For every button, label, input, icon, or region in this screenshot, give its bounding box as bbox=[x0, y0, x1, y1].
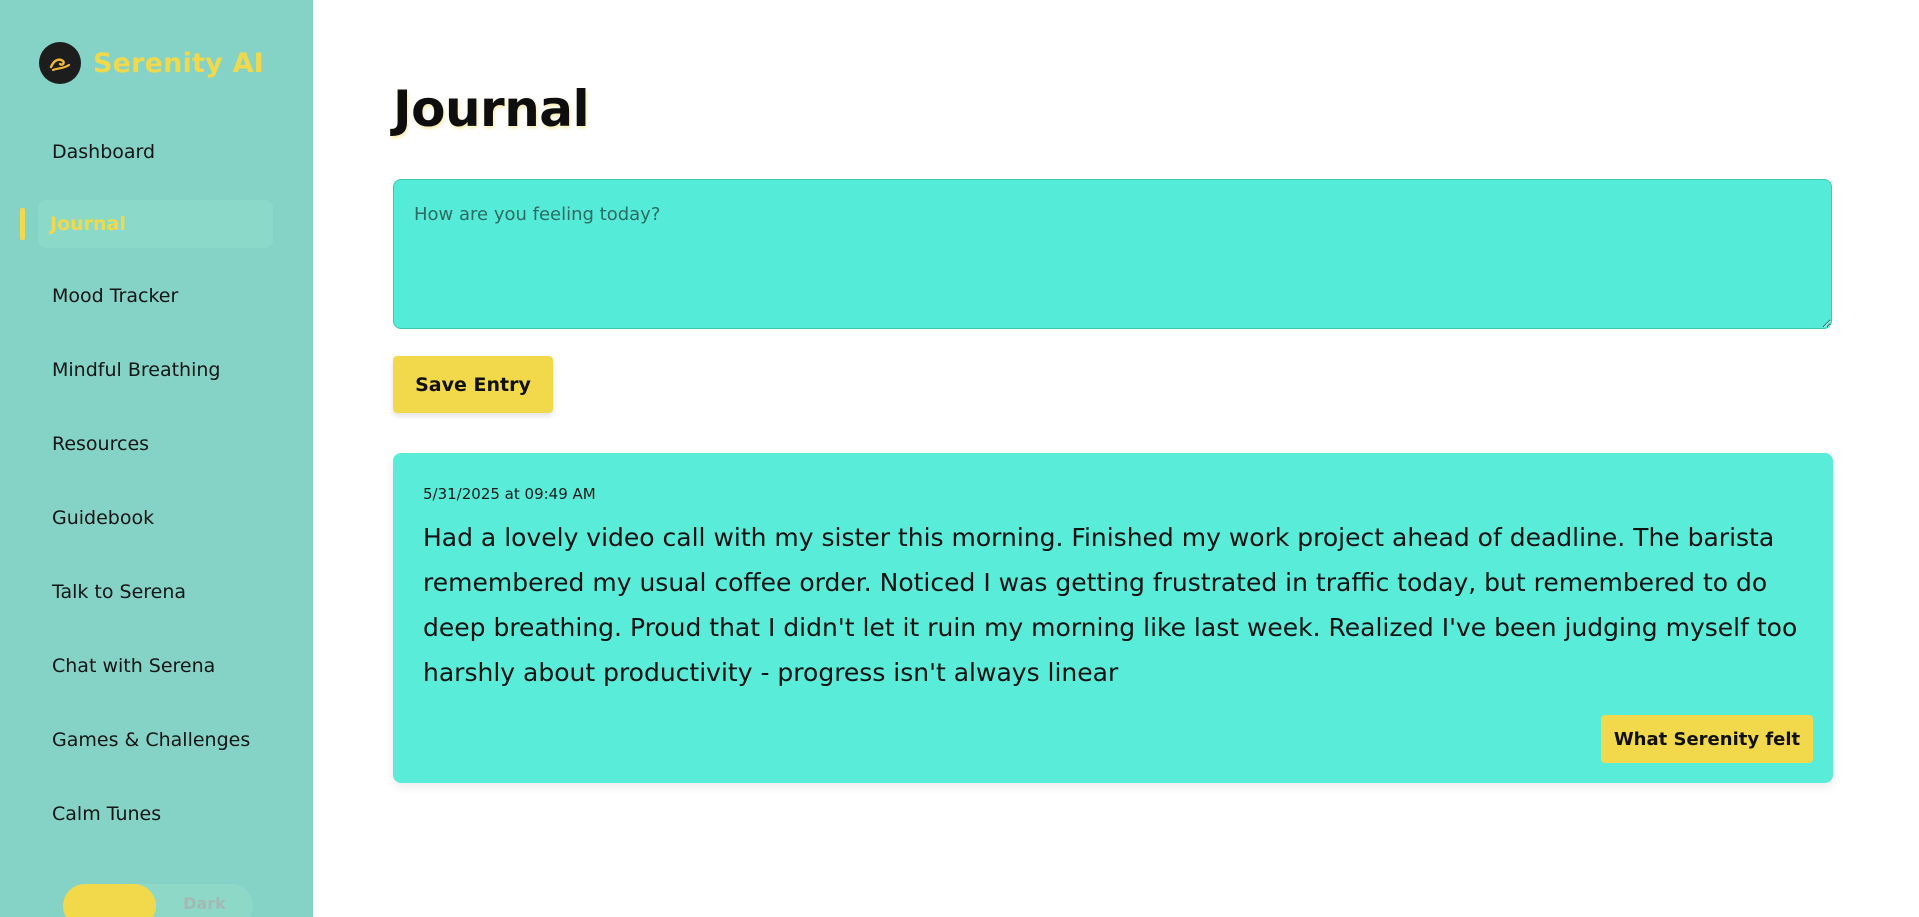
theme-dark-option[interactable]: Dark bbox=[156, 884, 253, 917]
sidebar: Serenity AI Dashboard Journal Mood Track… bbox=[0, 0, 313, 917]
brand[interactable]: Serenity AI bbox=[39, 42, 264, 84]
entry-text: Had a lovely video call with my sister t… bbox=[423, 523, 1798, 687]
sidebar-item-guidebook[interactable]: Guidebook bbox=[52, 503, 154, 533]
what-serenity-felt-button[interactable]: What Serenity felt bbox=[1601, 715, 1813, 763]
sidebar-item-journal[interactable]: Journal bbox=[38, 200, 273, 248]
sidebar-item-games-challenges[interactable]: Games & Challenges bbox=[52, 725, 250, 755]
theme-toggle[interactable]: Dark bbox=[63, 884, 253, 917]
journal-entry-card: 5/31/2025 at 09:49 AM Had a lovely video… bbox=[393, 453, 1833, 783]
page-title: Journal bbox=[393, 80, 590, 138]
save-entry-button[interactable]: Save Entry bbox=[393, 356, 553, 413]
brand-name: Serenity AI bbox=[93, 47, 264, 79]
sidebar-item-mood-tracker[interactable]: Mood Tracker bbox=[52, 281, 178, 311]
app: Serenity AI Dashboard Journal Mood Track… bbox=[0, 0, 1919, 917]
active-indicator bbox=[20, 208, 25, 240]
sidebar-item-dashboard[interactable]: Dashboard bbox=[52, 137, 155, 167]
sidebar-item-mindful-breathing[interactable]: Mindful Breathing bbox=[52, 355, 220, 385]
entry-timestamp: 5/31/2025 at 09:49 AM bbox=[423, 485, 596, 503]
main-content: Journal Save Entry 5/31/2025 at 09:49 AM… bbox=[313, 0, 1919, 917]
theme-light-option[interactable] bbox=[63, 884, 156, 917]
sidebar-item-chat-with-serena[interactable]: Chat with Serena bbox=[52, 651, 215, 681]
journal-entry-input[interactable] bbox=[393, 179, 1832, 329]
wave-icon bbox=[39, 42, 81, 84]
sidebar-item-resources[interactable]: Resources bbox=[52, 429, 149, 459]
sidebar-item-talk-to-serena[interactable]: Talk to Serena bbox=[52, 577, 186, 607]
sidebar-item-calm-tunes[interactable]: Calm Tunes bbox=[52, 799, 161, 829]
